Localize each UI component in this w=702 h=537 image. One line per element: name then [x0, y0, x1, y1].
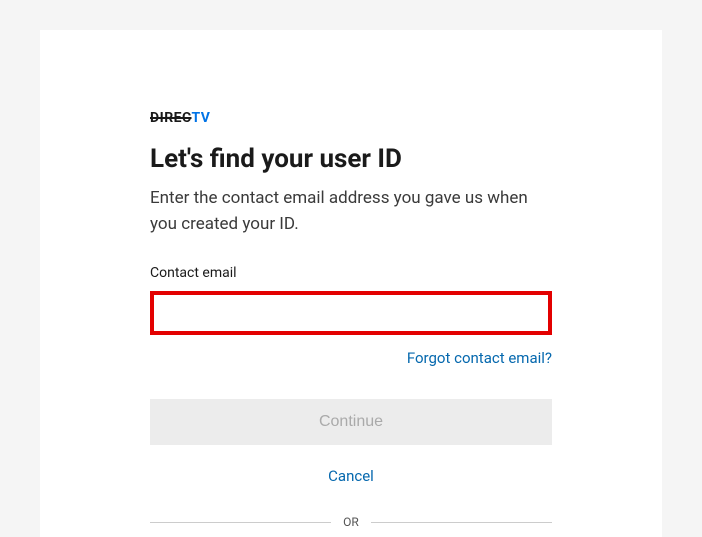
forgot-contact-email-link[interactable]: Forgot contact email? — [150, 349, 552, 367]
divider-line-right — [371, 522, 552, 523]
cancel-link[interactable]: Cancel — [150, 467, 552, 485]
email-label: Contact email — [150, 265, 552, 281]
login-card: DIRECTV Let's find your user ID Enter th… — [40, 30, 662, 537]
logo-part-direc: DIREC — [150, 110, 192, 126]
divider-line-left — [150, 522, 331, 523]
logo-part-tv: TV — [192, 110, 211, 126]
page-subheading: Enter the contact email address you gave… — [150, 186, 552, 237]
page-heading: Let's find your user ID — [150, 144, 552, 174]
contact-email-input[interactable] — [150, 291, 552, 335]
divider-text: OR — [343, 515, 359, 529]
continue-button[interactable]: Continue — [150, 399, 552, 445]
or-divider: OR — [150, 515, 552, 529]
directv-logo: DIRECTV — [150, 110, 552, 126]
